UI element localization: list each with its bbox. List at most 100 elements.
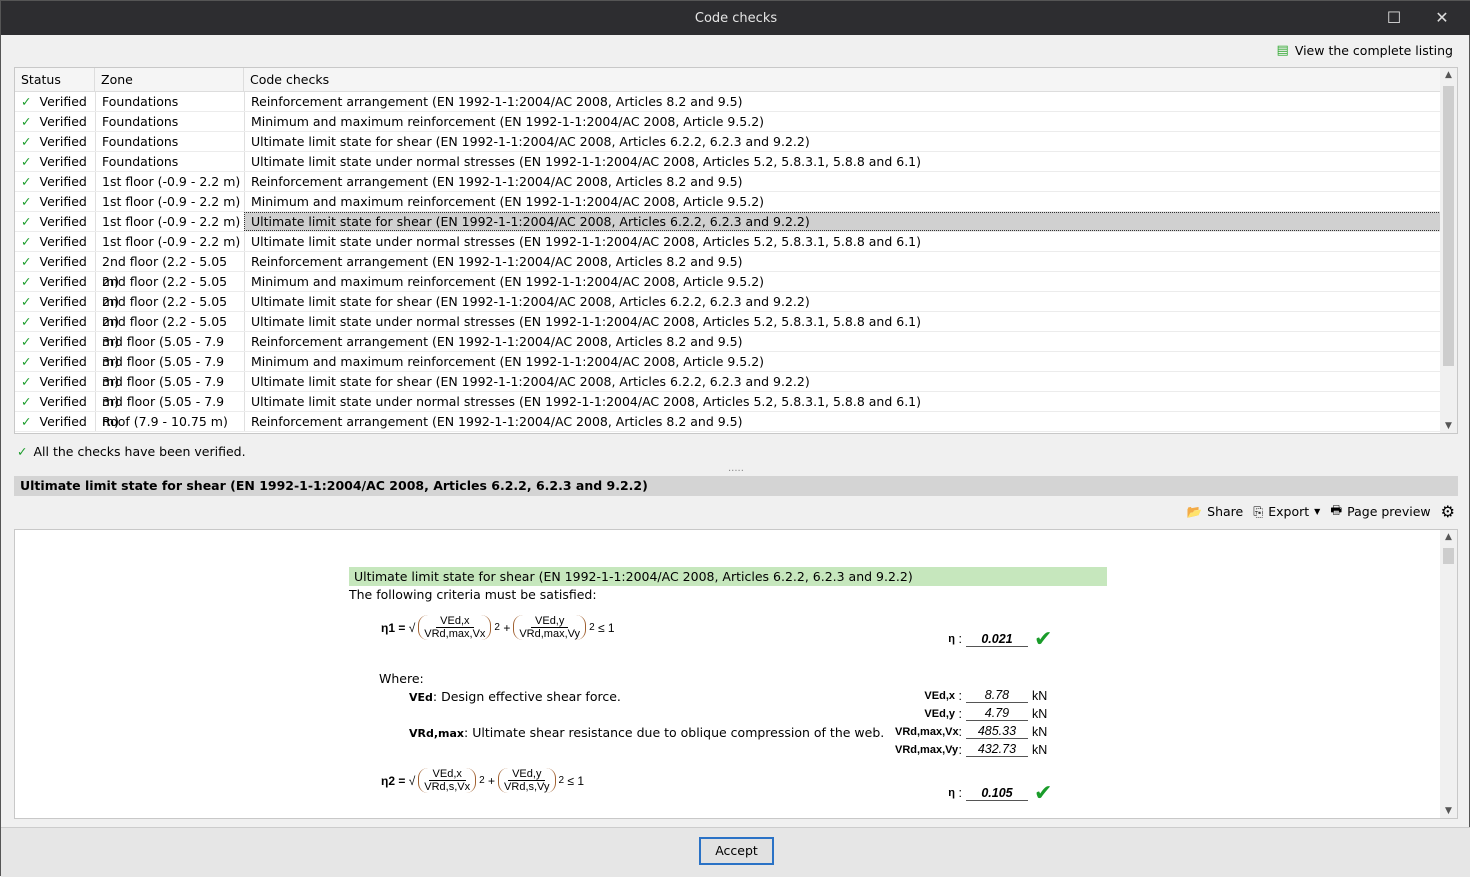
code-check-cell: Minimum and maximum reinforcement (EN 19… [244, 272, 1457, 291]
zone-cell: Foundations [95, 92, 244, 111]
check-icon: ✓ [21, 294, 32, 309]
table-header: Status Zone Code checks [15, 68, 1457, 92]
unit: kN [1031, 706, 1048, 721]
value: 8.78 [965, 688, 1028, 703]
table-row[interactable]: ✓ Verified Roof (7.9 - 10.75 m) Reinforceme… [15, 412, 1457, 432]
unit: kN [1031, 724, 1048, 739]
close-button[interactable]: ✕ [1419, 1, 1465, 35]
check-icon: ✓ [21, 94, 32, 109]
code-check-cell: Reinforcement arrangement (EN 1992-1-1:2… [244, 252, 1457, 271]
status-text: Verified [39, 314, 87, 329]
check-icon: ✓ [21, 154, 32, 169]
code-check-cell: Minimum and maximum reinforcement (EN 19… [244, 192, 1457, 211]
table-row[interactable]: ✓ Verified 3rd floor (5.05 - 7.9 m) Reinfor… [15, 332, 1457, 369]
share-button[interactable]: 📂 Share [1187, 504, 1244, 520]
zone-cell: 2nd floor (2.2 - 5.05 m) [95, 292, 244, 329]
table-scrollbar[interactable]: ▲ ▼ [1440, 68, 1457, 433]
table-row[interactable]: ✓ Verified Foundations Ultimate limit state… [15, 132, 1457, 152]
value: 4.79 [965, 706, 1028, 721]
status-cell: ✓ Verified [15, 392, 95, 411]
report-scrollbar[interactable]: ▲ ▼ [1440, 530, 1457, 818]
settings-button[interactable]: ⚙ [1441, 502, 1455, 521]
header-status[interactable]: Status [15, 68, 95, 91]
table-row[interactable]: ✓ Verified 3rd floor (5.05 - 7.9 m) Ultimat… [15, 392, 1457, 429]
table-row[interactable]: ✓ Verified 1st floor (-0.9 - 2.2 m) Ultimat… [15, 212, 1457, 232]
zone-cell: 1st floor (-0.9 - 2.2 m) [95, 172, 244, 191]
table-row[interactable]: ✓ Verified 1st floor (-0.9 - 2.2 m) Ultimat… [15, 232, 1457, 252]
status-cell: ✓ Verified [15, 112, 95, 131]
status-text: Verified [39, 254, 87, 269]
listing-label: View the complete listing [1294, 43, 1453, 58]
eta-1-result: η : 0.021 ✔ [895, 626, 1052, 652]
check-icon: ✓ [21, 234, 32, 249]
denominator: VRd,max,Vx [424, 628, 486, 640]
table-row[interactable]: ✓ Verified 2nd floor (2.2 - 5.05 m) Reinfor… [15, 252, 1457, 289]
value-row: VRd,max,Vx :485.33 kN [895, 724, 1048, 739]
check-icon: ✓ [21, 214, 32, 229]
accept-button[interactable]: Accept [699, 837, 774, 865]
value-row: VEd,x :8.78 kN [895, 688, 1047, 703]
table-row[interactable]: ✓ Verified 2nd floor (2.2 - 5.05 m) Ultimat… [15, 312, 1457, 349]
value-label: VEd,x [924, 689, 955, 702]
check-icon: ✓ [21, 314, 32, 329]
status-cell: ✓ Verified [15, 132, 95, 151]
numerator: VEd,y [531, 615, 569, 628]
view-complete-listing-link[interactable]: ▤ View the complete listing [1277, 43, 1453, 58]
status-text: Verified [39, 274, 87, 289]
table-row[interactable]: ✓ Verified 3rd floor (5.05 - 7.9 m) Ultimat… [15, 372, 1457, 409]
zone-cell: 1st floor (-0.9 - 2.2 m) [95, 192, 244, 211]
header-code-checks[interactable]: Code checks [244, 68, 1457, 91]
def-symbol: VRd,max [409, 727, 465, 740]
eq-lhs: η2 = [381, 773, 406, 788]
code-check-cell: Ultimate limit state under normal stress… [244, 312, 1457, 331]
dropdown-arrow-icon: ▼ [1314, 507, 1321, 516]
numerator: VEd,x [428, 768, 466, 781]
check-icon: ✓ [21, 334, 32, 349]
equation-1: η1 = √ VEd,x VRd,max,Vx 2 + VEd,y VRd,max,V… [381, 615, 615, 640]
table-row[interactable]: ✓ Verified 2nd floor (2.2 - 5.05 m) Ultimat… [15, 292, 1457, 329]
table-row[interactable]: ✓ Verified 1st floor (-0.9 - 2.2 m) Reinfor… [15, 172, 1457, 192]
status-cell: ✓ Verified [15, 252, 95, 271]
status-text: Verified [39, 354, 87, 369]
table-row[interactable]: ✓ Verified 3rd floor (5.05 - 7.9 m) Minimum… [15, 352, 1457, 389]
numerator: VEd,x [436, 615, 474, 628]
check-icon: ✓ [21, 394, 32, 409]
eq-rhs: ≤ 1 [597, 620, 615, 635]
check-icon: ✓ [21, 414, 32, 429]
status-text: Verified [39, 194, 87, 209]
export-button[interactable]: ⎘ Export ▼ [1253, 504, 1320, 520]
table-row[interactable]: ✓ Verified 2nd floor (2.2 - 5.05 m) Minimum… [15, 272, 1457, 309]
table-row[interactable]: ✓ Verified Foundations Reinforcement arrang… [15, 92, 1457, 112]
eq-rhs: ≤ 1 [567, 773, 584, 788]
fraction: VEd,x VRd,s,Vx [418, 768, 477, 793]
header-zone[interactable]: Zone [95, 68, 244, 91]
code-check-cell: Ultimate limit state for shear (EN 1992-… [244, 132, 1457, 151]
zone-cell: 2nd floor (2.2 - 5.05 m) [95, 272, 244, 309]
def-text: : Design effective shear force. [432, 689, 621, 704]
definition: VRd,max: Ultimate shear resistance due t… [409, 725, 884, 740]
denominator: VRd,s,Vy [504, 781, 550, 793]
code-check-cell: Ultimate limit state for shear (EN 1992-… [244, 372, 1457, 391]
splitter-handle[interactable]: ..... [728, 463, 744, 474]
code-check-cell: Reinforcement arrangement (EN 1992-1-1:2… [244, 172, 1457, 191]
numerator: VEd,y [508, 768, 546, 781]
status-text: Verified [39, 214, 87, 229]
table-row[interactable]: ✓ Verified 1st floor (-0.9 - 2.2 m) Minimum… [15, 192, 1457, 212]
status-cell: ✓ Verified [15, 352, 95, 371]
page-preview-button[interactable]: 🖶 Page preview [1330, 501, 1430, 522]
value-label: VRd,max,Vy [895, 743, 959, 756]
fraction: VEd,y VRd,s,Vy [498, 768, 556, 793]
value: 485.33 [965, 724, 1028, 739]
status-message: ✓ All the checks have been verified. [17, 444, 246, 459]
zone-cell: 3rd floor (5.05 - 7.9 m) [95, 392, 244, 429]
def-text: : Ultimate shear resistance due to obliq… [464, 725, 885, 740]
table-row[interactable]: ✓ Verified Foundations Ultimate limit state… [15, 152, 1457, 172]
zone-cell: 2nd floor (2.2 - 5.05 m) [95, 312, 244, 349]
check-icon: ✓ [21, 254, 32, 269]
status-text: Verified [39, 134, 87, 149]
table-row[interactable]: ✓ Verified Foundations Minimum and maximum … [15, 112, 1457, 132]
zone-cell: Foundations [95, 132, 244, 151]
maximize-button[interactable]: ☐ [1371, 1, 1417, 35]
status-cell: ✓ Verified [15, 192, 95, 211]
check-icon: ✔ [1033, 626, 1053, 651]
